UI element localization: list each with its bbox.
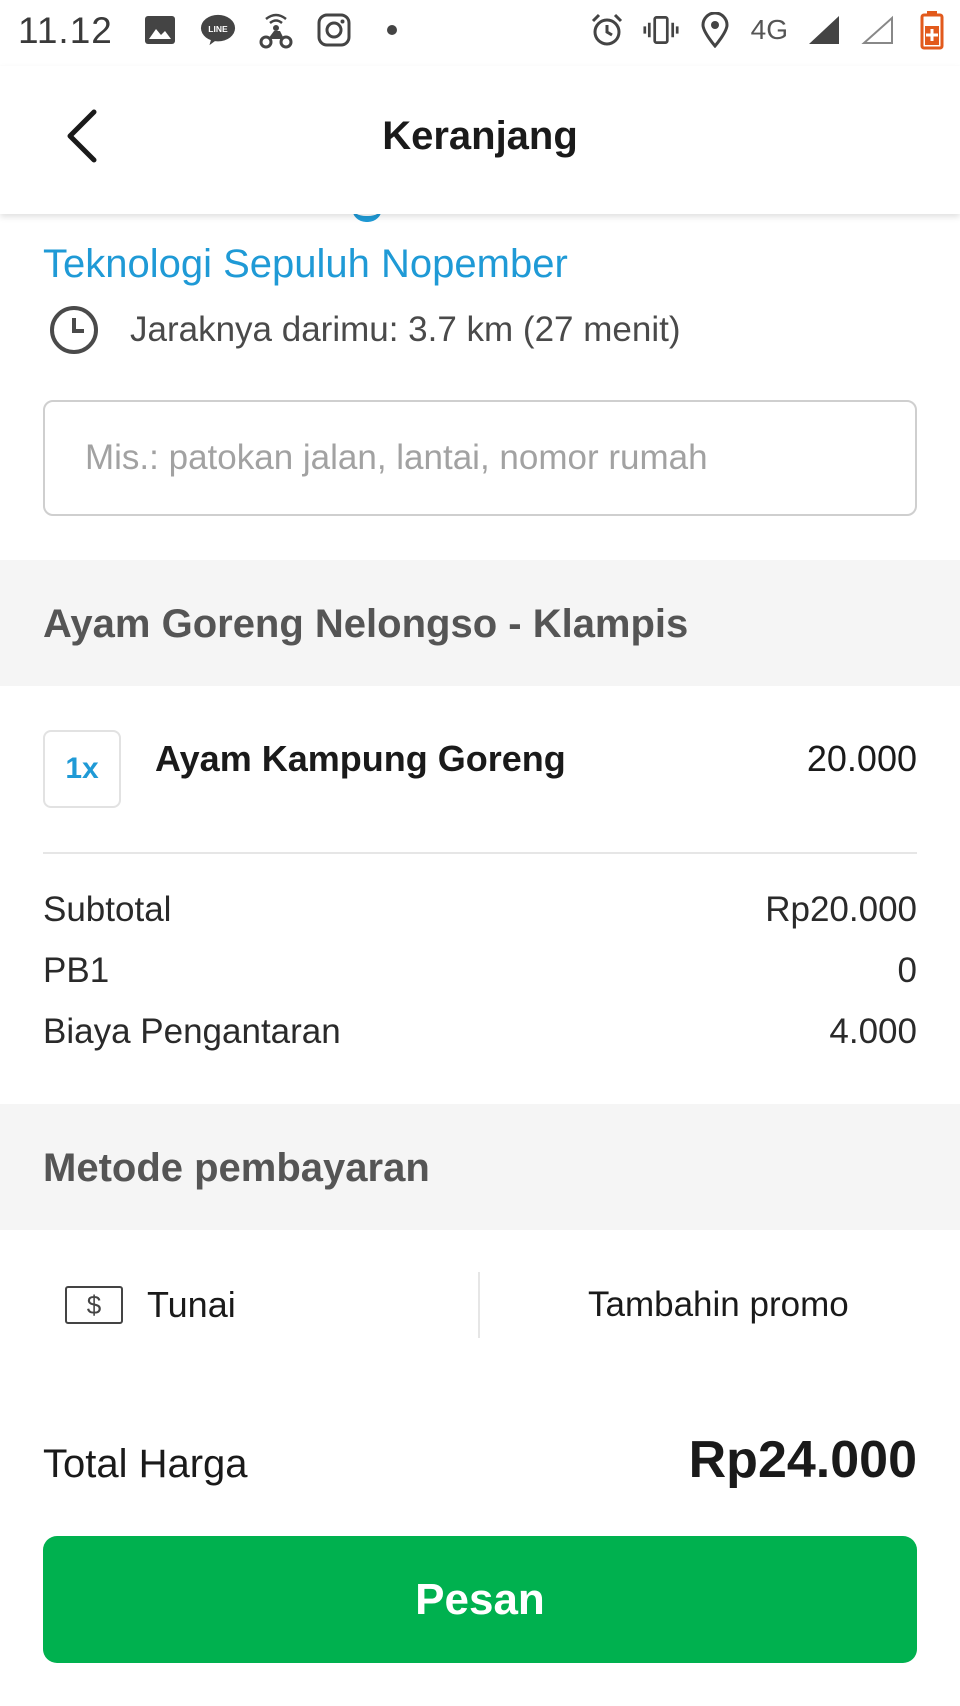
payment-section-title: Metode pembayaran <box>43 1146 430 1190</box>
restaurant-name: Ayam Goreng Nelongso - Klampis <box>43 602 689 646</box>
payment-divider <box>478 1272 480 1338</box>
fee-row-pb1: PB1 0 <box>43 951 917 991</box>
distance-row: Jaraknya darimu: 3.7 km (27 menit) <box>48 304 680 356</box>
cash-icon: $ <box>65 1286 123 1324</box>
signal-empty-icon <box>860 12 896 48</box>
instagram-icon <box>316 12 352 48</box>
fee-label: Biaya Pengantaran <box>43 1012 341 1051</box>
dot-icon <box>374 12 410 48</box>
fee-value: 4.000 <box>829 1012 917 1051</box>
item-price: 20.000 <box>806 738 917 779</box>
total-label: Total Harga <box>43 1442 248 1486</box>
item-quantity[interactable]: 1x <box>43 730 121 808</box>
location-icon <box>697 12 733 48</box>
line-icon: LINE <box>200 12 236 48</box>
add-promo-button[interactable]: Tambahin promo <box>588 1285 849 1325</box>
system-icons: 4G <box>589 11 950 50</box>
payment-method-selector[interactable]: $ Tunai <box>65 1284 236 1326</box>
fee-row-delivery: Biaya Pengantaran 4.000 <box>43 1012 917 1052</box>
distance-text: Jaraknya darimu: 3.7 km (27 menit) <box>130 310 681 349</box>
total-value: Rp24.000 <box>688 1431 917 1489</box>
fee-label: Subtotal <box>43 890 172 929</box>
app-bar: Keranjang <box>0 66 960 214</box>
vibrate-icon <box>643 12 679 48</box>
fee-label: PB1 <box>43 951 110 990</box>
fee-value: 0 <box>897 951 917 990</box>
payment-header: Metode pembayaran <box>0 1104 960 1230</box>
status-time: 11.12 <box>18 10 113 51</box>
signal-icon <box>806 12 842 48</box>
clock-icon <box>50 306 98 354</box>
status-bar: 11.12 LINE 4G <box>0 0 960 66</box>
item-divider <box>43 852 917 854</box>
restaurant-header: Ayam Goreng Nelongso - Klampis <box>0 560 960 686</box>
network-type: 4G <box>750 14 788 45</box>
alarm-icon <box>589 12 625 48</box>
order-button[interactable]: Pesan <box>43 1536 917 1663</box>
address-note-input[interactable] <box>43 400 917 516</box>
svg-text:LINE: LINE <box>208 24 228 34</box>
fee-value: Rp20.000 <box>765 890 917 929</box>
fee-row-subtotal: Subtotal Rp20.000 <box>43 890 917 930</box>
page-title: Keranjang <box>382 114 578 158</box>
gallery-icon <box>142 12 178 48</box>
scooter-icon <box>258 12 294 49</box>
delivery-address[interactable]: Teknologi Sepuluh Nopember <box>43 242 568 287</box>
notification-icons: LINE <box>142 12 410 49</box>
battery-icon <box>914 11 950 50</box>
item-name: Ayam Kampung Goreng <box>155 738 566 779</box>
payment-method-label: Tunai <box>147 1284 236 1325</box>
